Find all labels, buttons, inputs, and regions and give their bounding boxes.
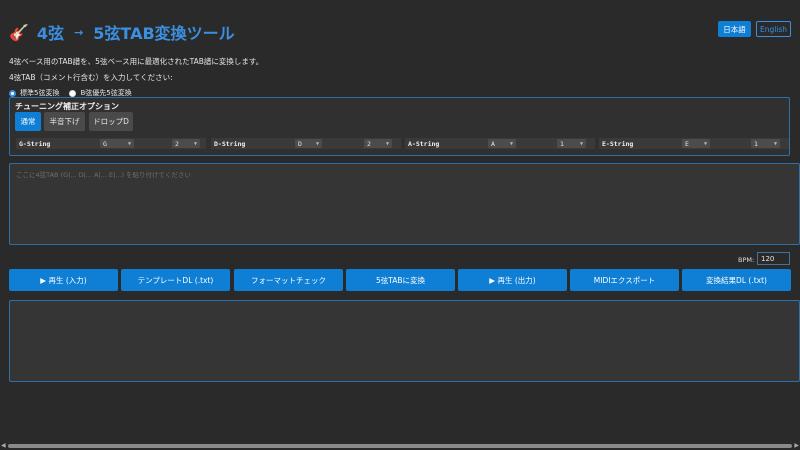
play-input-button[interactable]: ▶ 再生 (入力)	[9, 269, 118, 291]
string-a-note-select[interactable]: A ▼	[488, 139, 516, 148]
radio-selected-icon[interactable]	[9, 89, 16, 97]
string-e-note-value: E	[685, 139, 689, 148]
string-g-value: 2	[175, 139, 179, 148]
string-row-e: E-String E ▼ 1 ▼	[599, 138, 789, 149]
chevron-down-icon: ▼	[703, 140, 707, 147]
play-output-button[interactable]: ▶ 再生 (出力)	[458, 269, 567, 291]
tab-input-placeholder: ここに4弦TAB (G|... D|... A|... E|...) を貼り付け…	[16, 171, 191, 179]
string-d-note-select[interactable]: D ▼	[295, 139, 322, 148]
string-d-note-value: D	[298, 139, 302, 148]
input-prompt: 4弦TAB（コメント行含む）を入力してください:	[9, 73, 173, 82]
chevron-down-icon: ▼	[193, 140, 197, 147]
string-label-e: E-String	[602, 139, 634, 148]
string-d-value: 2	[367, 139, 371, 148]
header: 🎸 4弦 → 5弦TAB変換ツール 日本語 English	[0, 0, 800, 58]
midi-export-button[interactable]: MIDIエクスポート	[570, 269, 679, 291]
string-row-g: G-String G ▼ 2 ▼	[16, 138, 206, 149]
result-download-button[interactable]: 変換結果DL (.txt)	[682, 269, 791, 291]
string-a-value-select[interactable]: 1 ▼	[557, 139, 586, 148]
format-check-button[interactable]: フォーマットチェック	[234, 269, 343, 291]
scroll-left-icon[interactable]: ◀	[1, 442, 6, 449]
string-label-d: D-String	[214, 139, 246, 148]
string-label-g: G-String	[19, 139, 51, 148]
page-title: 🎸 4弦 → 5弦TAB変換ツール	[9, 20, 235, 44]
string-d-value-select[interactable]: 2 ▼	[364, 139, 392, 148]
string-e-value: 1	[754, 139, 758, 148]
chevron-down-icon: ▼	[315, 140, 319, 147]
horizontal-scrollbar[interactable]: ◀ ▶	[0, 442, 800, 450]
tuning-half-down-button[interactable]: 半音下げ	[44, 112, 85, 131]
action-bar: ▶ 再生 (入力) テンプレートDL (.txt) フォーマットチェック 5弦T…	[9, 269, 791, 291]
string-row-a: A-String A ▼ 1 ▼	[405, 138, 595, 149]
title-from: 4弦	[36, 24, 65, 43]
radio-unselected-icon[interactable]	[69, 89, 77, 97]
bpm-label: BPM:	[738, 256, 755, 264]
tab-output-textarea[interactable]	[9, 300, 800, 382]
bpm-value: 120	[761, 254, 775, 263]
lang-ja-button[interactable]: 日本語	[718, 21, 751, 37]
tuning-title: チューニング補正オプション	[15, 102, 119, 111]
chevron-down-icon: ▼	[127, 140, 131, 147]
chevron-down-icon: ▼	[385, 140, 389, 147]
description-text: 4弦ベース用のTAB譜を、5弦ベース用に最適化されたTAB譜に変換します。	[9, 57, 264, 66]
tab-input-textarea[interactable]: ここに4弦TAB (G|... D|... A|... E|...) を貼り付け…	[9, 163, 800, 245]
scrollbar-thumb[interactable]	[8, 444, 792, 448]
chevron-down-icon: ▼	[579, 140, 583, 147]
lang-en-button[interactable]: English	[756, 21, 791, 37]
arrow-icon: →	[74, 25, 84, 39]
bpm-input[interactable]: 120	[757, 252, 790, 265]
string-row-d: D-String D ▼ 2 ▼	[211, 138, 401, 149]
chevron-down-icon: ▼	[509, 140, 513, 147]
template-download-button[interactable]: テンプレートDL (.txt)	[121, 269, 230, 291]
guitar-icon: 🎸	[9, 22, 29, 42]
tuning-options-panel: チューニング補正オプション 通常 半音下げ ドロップD G-String G ▼…	[9, 97, 790, 156]
string-g-note-select[interactable]: G ▼	[100, 139, 134, 148]
chevron-down-icon: ▼	[773, 140, 777, 147]
string-e-value-select[interactable]: 1 ▼	[751, 139, 780, 148]
string-e-note-select[interactable]: E ▼	[682, 139, 710, 148]
string-a-note-value: A	[491, 139, 495, 148]
convert-button[interactable]: 5弦TABに変換	[346, 269, 455, 291]
string-a-value: 1	[560, 139, 564, 148]
tuning-normal-button[interactable]: 通常	[15, 112, 41, 131]
string-label-a: A-String	[408, 139, 440, 148]
string-g-note-value: G	[103, 139, 107, 148]
string-g-value-select[interactable]: 2 ▼	[172, 139, 200, 148]
tuning-drop-d-button[interactable]: ドロップD	[89, 112, 133, 131]
title-to: 5弦TAB変換ツール	[93, 24, 235, 43]
scroll-right-icon[interactable]: ▶	[794, 442, 799, 449]
